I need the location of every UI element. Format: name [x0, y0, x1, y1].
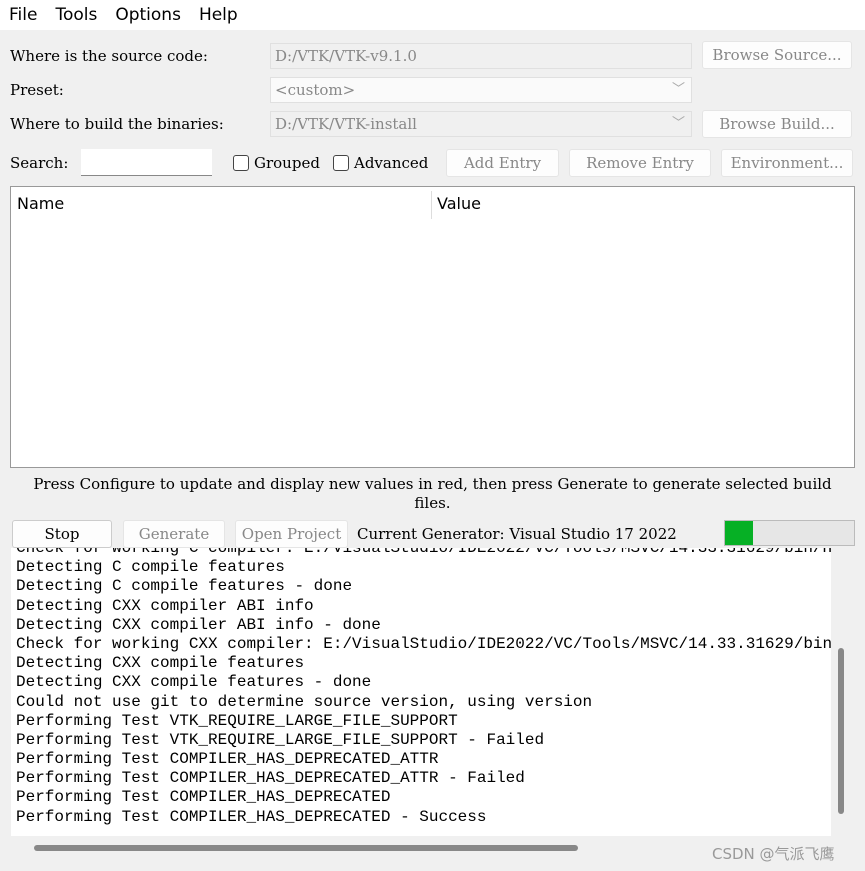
- log-line: Detecting CXX compiler ABI info: [16, 596, 314, 615]
- log-line: Detecting CXX compile features: [16, 654, 305, 673]
- chevron-down-icon: ﹀: [671, 82, 685, 97]
- log-line: Performing Test COMPILER_HAS_DEPRECATED_…: [16, 769, 525, 788]
- checkbox-icon: [333, 155, 349, 171]
- cache-table[interactable]: Name Value: [10, 186, 855, 468]
- menu-file[interactable]: File: [0, 5, 46, 25]
- menu-tools[interactable]: Tools: [46, 5, 106, 25]
- log-line: Performing Test COMPILER_HAS_DEPRECATED_…: [16, 750, 439, 769]
- log-line: Could not use git to determine source ve…: [16, 692, 593, 711]
- log-line: Performing Test COMPILER_HAS_DEPRECATED: [16, 788, 391, 807]
- add-entry-button[interactable]: Add Entry: [446, 149, 559, 177]
- log-line: Detecting CXX compiler ABI info - done: [16, 615, 381, 634]
- source-path-input[interactable]: D:/VTK/VTK-v9.1.0: [270, 43, 692, 69]
- log-horizontal-scrollbar[interactable]: [34, 845, 578, 851]
- log-line: Detecting CXX compile features - done: [16, 673, 372, 692]
- checkbox-icon: [233, 155, 249, 171]
- search-input[interactable]: [81, 149, 212, 176]
- log-line: Check for working CXX compiler: E:/Visua…: [16, 634, 831, 653]
- stop-button[interactable]: Stop: [12, 520, 112, 548]
- generate-button[interactable]: Generate: [123, 520, 225, 548]
- grouped-checkbox[interactable]: Grouped: [233, 154, 320, 172]
- advanced-label: Advanced: [354, 154, 429, 172]
- build-label: Where to build the binaries:: [10, 115, 224, 133]
- preset-label: Preset:: [10, 81, 64, 99]
- preset-value: <custom>: [275, 81, 356, 99]
- progress-fill: [725, 521, 754, 545]
- remove-entry-button[interactable]: Remove Entry: [569, 149, 711, 177]
- log-line: Performing Test VTK_REQUIRE_LARGE_FILE_S…: [16, 711, 458, 730]
- build-path-select[interactable]: D:/VTK/VTK-install ﹀: [270, 111, 692, 137]
- log-line: Performing Test VTK_REQUIRE_LARGE_FILE_S…: [16, 730, 545, 749]
- menu-help[interactable]: Help: [190, 5, 247, 25]
- watermark: CSDN @气派飞鹰: [712, 845, 835, 863]
- current-generator: Current Generator: Visual Studio 17 2022: [357, 525, 677, 543]
- log-line: Detecting C compile features - done: [16, 577, 353, 596]
- output-log[interactable]: Check for working C compiler: E:/VisualS…: [11, 548, 831, 836]
- browse-build-button[interactable]: Browse Build...: [702, 110, 852, 138]
- environment-button[interactable]: Environment...: [721, 149, 853, 177]
- chevron-down-icon: ﹀: [671, 116, 685, 131]
- column-name[interactable]: Name: [11, 187, 431, 221]
- menu-bar: File Tools Options Help: [0, 0, 865, 30]
- advanced-checkbox[interactable]: Advanced: [333, 154, 428, 172]
- open-project-button[interactable]: Open Project: [235, 520, 348, 548]
- log-vertical-scrollbar[interactable]: [838, 648, 844, 814]
- menu-options[interactable]: Options: [106, 5, 190, 25]
- browse-source-button[interactable]: Browse Source...: [702, 41, 852, 69]
- grouped-label: Grouped: [254, 154, 320, 172]
- search-label: Search:: [10, 154, 69, 172]
- hint-text: Press Configure to update and display ne…: [33, 475, 832, 512]
- build-path-value: D:/VTK/VTK-install: [275, 115, 417, 133]
- source-label: Where is the source code:: [10, 47, 208, 65]
- log-line: Check for working C compiler: E:/VisualS…: [16, 548, 831, 557]
- progress-bar: [724, 520, 855, 546]
- log-line: Detecting C compile features: [16, 558, 285, 577]
- column-value[interactable]: Value: [431, 187, 481, 221]
- log-line: Performing Test COMPILER_HAS_DEPRECATED …: [16, 807, 487, 826]
- preset-select[interactable]: <custom> ﹀: [270, 77, 692, 103]
